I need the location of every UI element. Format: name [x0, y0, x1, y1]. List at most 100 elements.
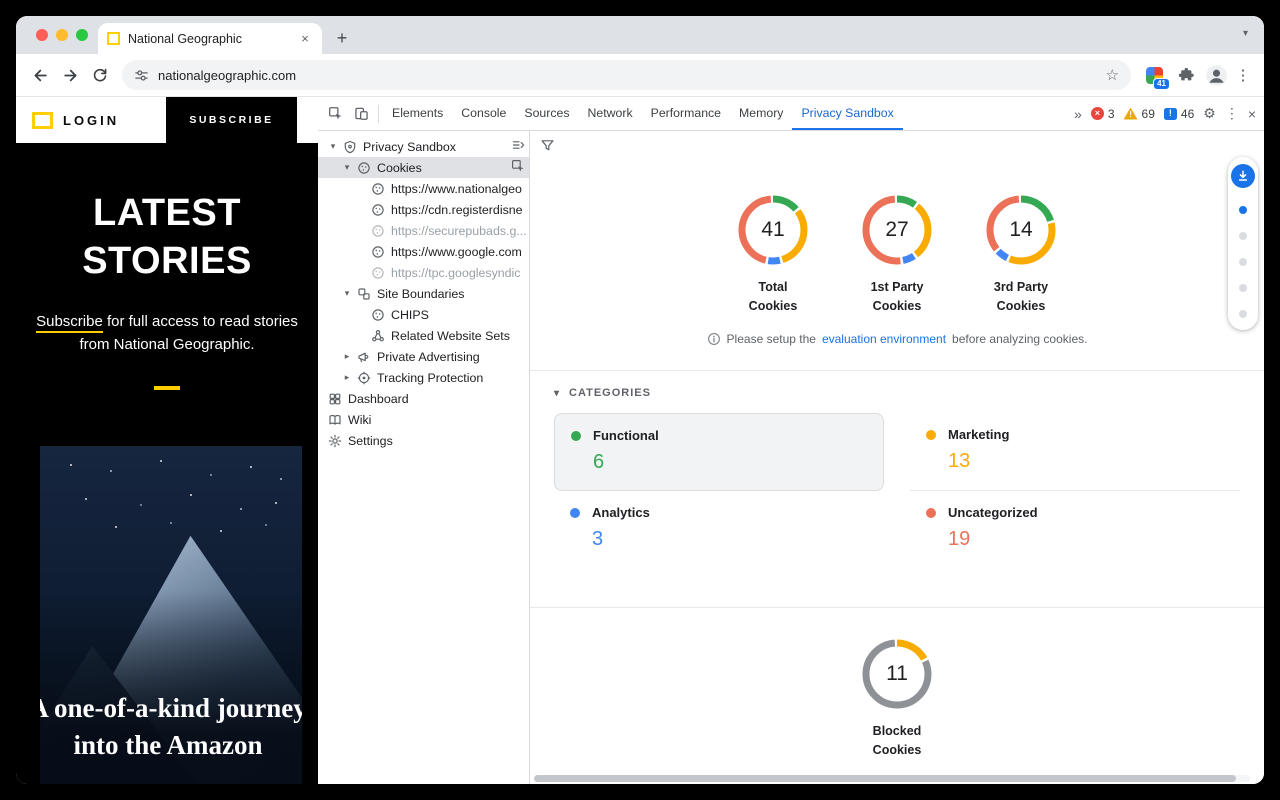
rail-dot[interactable] [1239, 258, 1247, 266]
tree-item-dashboard[interactable]: Dashboard [318, 388, 529, 409]
tree-item-settings[interactable]: Settings [318, 430, 529, 451]
issues-count[interactable]: ! 46 [1164, 107, 1194, 121]
triangle-closed-icon[interactable]: ▸ [342, 372, 352, 383]
devtools-tab-sources[interactable]: Sources [515, 97, 578, 130]
tree-item-https-www-nationalgeo[interactable]: https://www.nationalgeo [318, 178, 529, 199]
reload-icon [92, 67, 108, 83]
horizontal-scrollbar[interactable] [534, 775, 1250, 782]
download-report-button[interactable] [1231, 164, 1255, 188]
devtools-settings-gear-icon[interactable]: ⚙ [1203, 105, 1216, 122]
more-tabs-icon[interactable]: » [1074, 106, 1082, 122]
close-window-button[interactable] [36, 29, 48, 41]
category-name: Uncategorized [948, 505, 1038, 520]
psat-extension-icon[interactable]: 41 [1146, 67, 1163, 84]
category-card-functional[interactable]: Functional 6 [554, 413, 884, 491]
privacy-sandbox-icon [343, 140, 358, 154]
triangle-open-icon[interactable]: ▾ [328, 141, 338, 152]
browser-tab[interactable]: National Geographic × [98, 23, 322, 54]
donut-label: Blocked Cookies [844, 722, 950, 760]
rail-dot[interactable] [1239, 206, 1247, 214]
warning-count[interactable]: ! 69 [1124, 107, 1155, 121]
tree-item-label: https://www.nationalgeo [391, 182, 522, 196]
tree-item-tracking-protection[interactable]: ▸Tracking Protection [318, 367, 529, 388]
devtools-tab-privacy-sandbox[interactable]: Privacy Sandbox [792, 97, 902, 130]
subscribe-button[interactable]: SUBSCRIBE [166, 97, 297, 143]
new-tab-button[interactable]: + [328, 24, 356, 52]
tree-item-https-securepubads-g[interactable]: https://securepubads.g... [318, 220, 529, 241]
filter-funnel-icon[interactable] [540, 138, 555, 153]
tab-search-chevron-icon[interactable]: ▾ [1243, 28, 1248, 39]
tree-item-https-tpc-googlesyndic[interactable]: https://tpc.googlesyndic [318, 262, 529, 283]
rail-dot[interactable] [1239, 284, 1247, 292]
categories-header[interactable]: ▾ CATEGORIES [530, 371, 1264, 405]
devtools-kebab-icon[interactable]: ⋮ [1225, 105, 1239, 122]
category-count: 19 [948, 528, 1224, 551]
tree-item-cookies[interactable]: ▾Cookies [318, 157, 529, 178]
tab-close-icon[interactable]: × [297, 31, 313, 47]
tree-item-private-advertising[interactable]: ▸ Private Advertising [318, 346, 529, 367]
minimize-window-button[interactable] [56, 29, 68, 41]
categories-chevron-icon[interactable]: ▾ [554, 388, 560, 399]
tree-item-label: Private Advertising [377, 350, 480, 364]
device-toolbar-button[interactable] [348, 97, 374, 130]
headline-line: STORIES [16, 237, 318, 285]
devtools-tab-elements[interactable]: Elements [383, 97, 452, 130]
devtools-tab-performance[interactable]: Performance [642, 97, 730, 130]
inspect-element-button[interactable] [322, 97, 348, 130]
triangle-open-icon[interactable]: ▾ [342, 288, 352, 299]
rail-dot[interactable] [1239, 232, 1247, 240]
tree-item-label: Related Website Sets [391, 329, 510, 343]
rail-dot[interactable] [1239, 310, 1247, 318]
triangle-open-icon[interactable]: ▾ [342, 162, 352, 173]
tree-item-privacy-sandbox[interactable]: ▾Privacy Sandbox [318, 136, 529, 157]
tree-item-https-cdn-registerdisne[interactable]: https://cdn.registerdisne [318, 199, 529, 220]
panel-icon[interactable] [511, 138, 529, 155]
site-brand[interactable]: LOGIN [16, 112, 166, 129]
category-card-marketing[interactable]: Marketing 13 [910, 413, 1240, 491]
tab-title: National Geographic [128, 32, 289, 46]
forward-button[interactable] [56, 61, 84, 89]
window-content: LOGIN SUBSCRIBE LATEST STORIES Subscribe… [16, 97, 1264, 784]
tree-item-site-boundaries[interactable]: ▾Site Boundaries [318, 283, 529, 304]
tree-item-https-www-google-com[interactable]: https://www.google.com [318, 241, 529, 262]
evaluation-environment-link[interactable]: evaluation environment [822, 332, 946, 346]
category-card-uncategorized[interactable]: Uncategorized 19 [910, 491, 1240, 567]
donut-label-line: Cookies [844, 297, 950, 316]
site-settings-tune-icon[interactable] [134, 68, 149, 83]
natgeo-logo[interactable] [32, 112, 53, 129]
category-card-analytics[interactable]: Analytics 3 [554, 491, 884, 567]
reload-button[interactable] [86, 61, 114, 89]
error-count[interactable]: × 3 [1091, 107, 1115, 121]
devtools-tab-console[interactable]: Console [452, 97, 515, 130]
browser-menu-kebab-icon[interactable]: ⋮ [1232, 66, 1254, 84]
inspect-icon[interactable] [511, 159, 529, 176]
tree-item-wiki[interactable]: Wiki [318, 409, 529, 430]
login-link[interactable]: LOGIN [63, 113, 119, 128]
scrollbar-thumb[interactable] [534, 775, 1236, 782]
hero-photo: A one-of-a-kind journey into the Amazon [40, 446, 302, 784]
maximize-window-button[interactable] [76, 29, 88, 41]
back-button[interactable] [26, 61, 54, 89]
subscribe-link[interactable]: Subscribe [36, 313, 103, 333]
profile-avatar[interactable] [1202, 61, 1230, 89]
browser-toolbar: nationalgeographic.com ☆ 41 ⋮ [16, 54, 1264, 97]
extensions-puzzle-button[interactable] [1172, 61, 1200, 89]
bookmark-star-icon[interactable]: ☆ [1106, 66, 1119, 84]
tree-item-related-website-sets[interactable]: Related Website Sets [318, 325, 529, 346]
tree-item-label: https://tpc.googlesyndic [391, 266, 521, 280]
devtools-close-icon[interactable]: × [1248, 106, 1256, 122]
tracking-protection-icon [357, 371, 372, 385]
triangle-closed-icon[interactable]: ▸ [342, 351, 352, 362]
donut-label-line: Cookies [844, 741, 950, 760]
blocked-cookies-count: 11 [859, 636, 935, 712]
devtools-tab-memory[interactable]: Memory [730, 97, 792, 130]
tree-item-chips[interactable]: CHIPS [318, 304, 529, 325]
puzzle-icon [1178, 67, 1195, 84]
address-bar[interactable]: nationalgeographic.com ☆ [122, 60, 1131, 90]
marketing-dot-icon [926, 430, 936, 440]
devtools-tab-network[interactable]: Network [579, 97, 642, 130]
cookie-icon [371, 245, 386, 259]
functional-dot-icon [571, 431, 581, 441]
dashboard-icon [328, 392, 343, 406]
rail-dots [1239, 206, 1247, 318]
